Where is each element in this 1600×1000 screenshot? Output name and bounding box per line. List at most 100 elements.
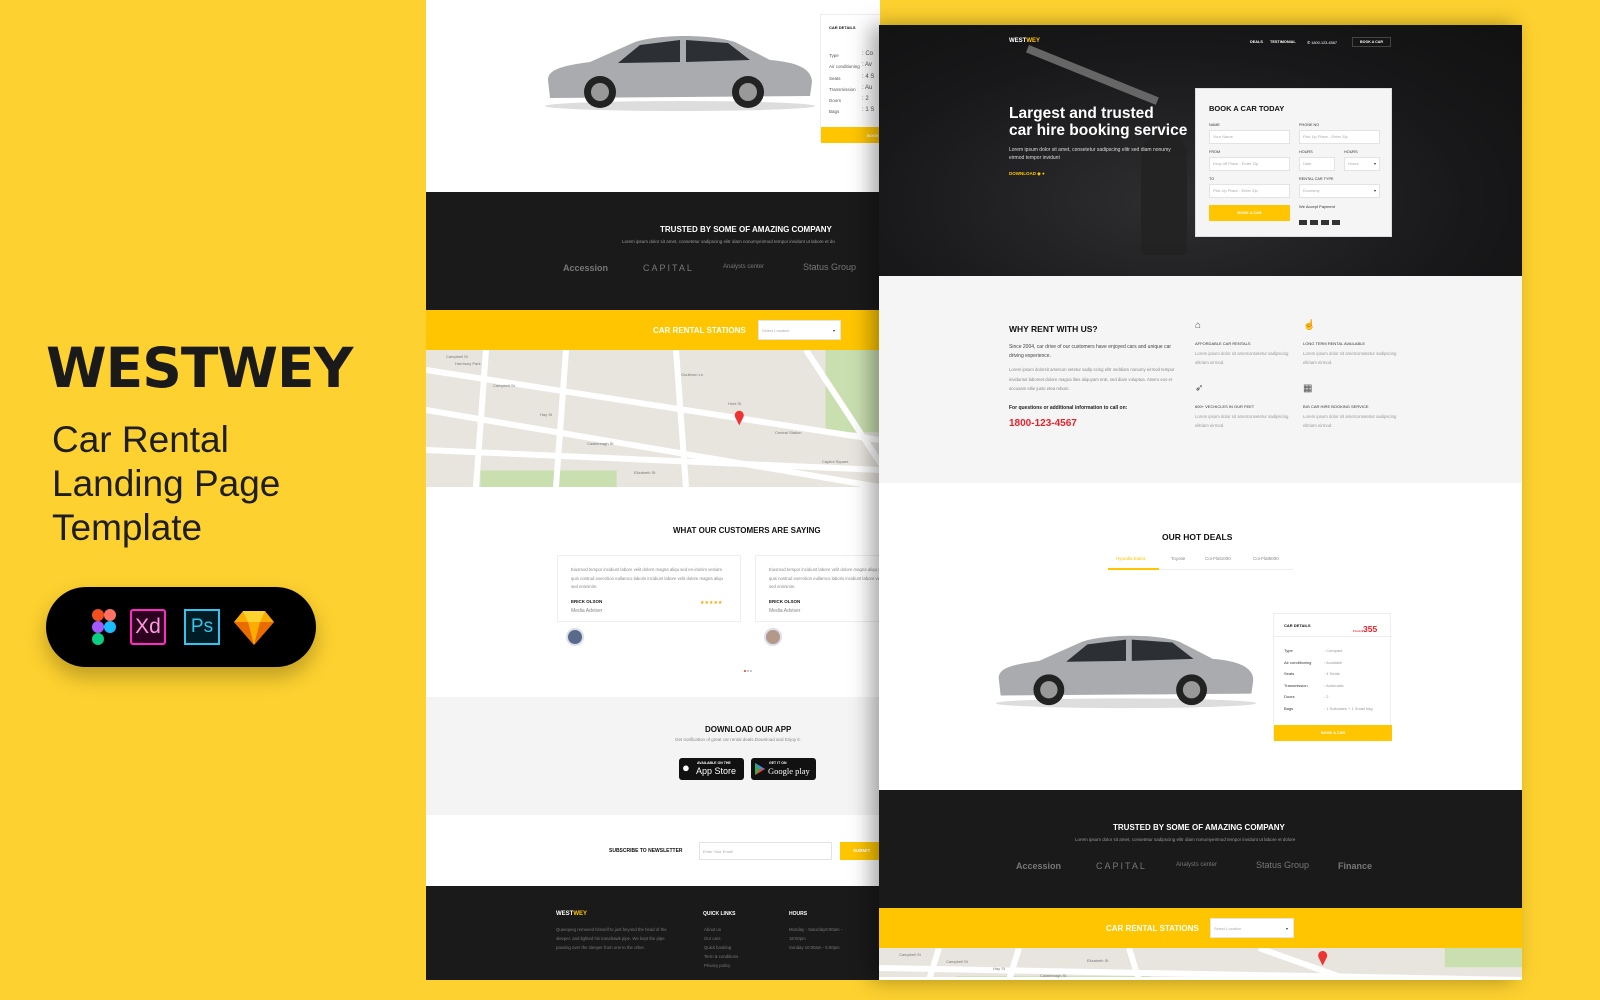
footer-link[interactable]: Our cars xyxy=(704,934,738,943)
badge-big: App Store xyxy=(696,766,737,776)
nav-link-testimonial[interactable]: TESTIMONIAL xyxy=(1270,40,1296,44)
download-app-section: DOWNLOAD OUR APP Get notification of gre… xyxy=(426,697,880,815)
feature-text: Lorem ipsum dolor sit ametconsetetur sad… xyxy=(1195,351,1289,365)
logo-part: WEY xyxy=(1026,38,1041,44)
map-label: Hay St xyxy=(993,966,1006,971)
row-label: Transmission xyxy=(829,86,856,92)
why-intro: Since 2004, car drive of our customers h… xyxy=(1009,344,1172,359)
deal-row-value: : 2 xyxy=(1324,694,1329,699)
testimonial-text: Eiusmod tempor incidiunt labore velit do… xyxy=(769,567,880,590)
tagline-line: Landing Page xyxy=(52,463,281,504)
nav-link-deals[interactable]: DEALS xyxy=(1250,40,1263,44)
footer-link[interactable]: About us xyxy=(704,925,738,934)
row-value: : Au xyxy=(862,84,873,91)
row-value: : 4 S xyxy=(862,73,875,80)
phone-label: PHONE NO xyxy=(1299,123,1320,127)
partner-logo: Finance xyxy=(1338,861,1373,871)
feature-title: AFFORDABLE CAR RENTALS xyxy=(1195,341,1251,346)
map-label: Harmony Park xyxy=(455,361,481,366)
tagline-line: Car Rental xyxy=(52,419,229,460)
book-button[interactable]: BOOK xyxy=(821,127,880,143)
newsletter-email-input[interactable]: Enter Your Email xyxy=(699,842,832,860)
why-title: WHY RENT WITH US? xyxy=(1009,324,1098,334)
rating-stars: ★★★★★ xyxy=(700,600,723,606)
app-store-button[interactable]: ● AVAILABLE ON THE App Store xyxy=(679,758,744,780)
nav-book-button[interactable]: BOOK A CAR xyxy=(1352,37,1391,47)
brand-logo: WESTWEY xyxy=(46,336,353,400)
testimonial-card: Eiusmod tempor incidiunt labore velit do… xyxy=(755,555,880,622)
deal-row-value: : Compact xyxy=(1324,648,1343,653)
testimonials-title: WHAT OUR CUSTOMERS ARE SAYING xyxy=(673,526,821,535)
play-icon xyxy=(755,763,765,775)
location-select[interactable]: Select Location ▾ xyxy=(1210,918,1294,938)
date-input[interactable]: Date xyxy=(1299,157,1335,171)
google-play-button[interactable]: GET IT ON Google play xyxy=(751,758,816,780)
hours-text: Monday - Saturday9:00am - 18:00pm Sunday … xyxy=(789,925,855,952)
trusted-title: TRUSTED BY SOME OF AMAZING COMPANY xyxy=(660,225,832,234)
map-label: Campbell St xyxy=(446,354,469,359)
deal-row-label: Seats xyxy=(1284,671,1295,676)
tagline-line: Template xyxy=(52,507,203,548)
car-image xyxy=(545,36,815,111)
logo-part: WEST xyxy=(1009,38,1027,44)
phone-input[interactable]: Pick Up Place - Enter Zip xyxy=(1299,130,1380,144)
row-value: : 1 S xyxy=(862,107,875,114)
deals-title: OUR HOT DEALS xyxy=(1162,532,1233,542)
partner-logo: Accession xyxy=(563,263,609,273)
car-details-values: : Co: Av: 4 S: Au: 2: 1 S xyxy=(862,49,874,117)
tab-toyotie[interactable]: Toyotie xyxy=(1171,556,1185,561)
deal-row-value: : Automatic xyxy=(1324,682,1344,688)
footer-link[interactable]: Privacy policy xyxy=(704,961,738,970)
to-input[interactable]: Pick Up Place - Enter Zip xyxy=(1209,184,1290,198)
trusted-section: TRUSTED BY SOME OF AMAZING COMPANY Lorem… xyxy=(426,192,880,310)
headline-line: car hire booking service xyxy=(1009,122,1188,139)
name-input[interactable]: Your Name xyxy=(1209,130,1290,144)
footer-link[interactable]: Term & conditions xyxy=(704,952,738,961)
download-link[interactable]: DOWNLOAD ◆ ● xyxy=(1009,171,1045,177)
map-label: Goulburn Ln xyxy=(681,372,703,377)
trusted-title: TRUSTED BY SOME OF AMAZING COMPANY xyxy=(1113,823,1285,832)
car-details-title: CAR DETAILS xyxy=(829,25,856,30)
deal-card-title: CAR DETAILS xyxy=(1284,623,1311,628)
why-rent-section: WHY RENT WITH US? Since 2004, car drive … xyxy=(879,276,1522,483)
stations-bar: CAR RENTAL STATIONS Select Location ▾ xyxy=(879,908,1522,948)
nav-phone[interactable]: ✆ 1800-123-4567 xyxy=(1307,40,1337,45)
feature-title: BIG CAR HIRE BOOKING SERVICE xyxy=(1303,404,1369,409)
badge-big: Google play xyxy=(768,766,810,776)
deal-row-label: Bags xyxy=(1284,705,1294,711)
row-value: : Co xyxy=(862,51,874,57)
payment-label: We Accept Payment xyxy=(1299,204,1335,209)
location-select[interactable]: Select Location ▾ xyxy=(758,320,841,340)
car-details-rows: Type Air conditioning Seats Transmission Doo… xyxy=(829,50,860,118)
partner-logo: Analysts center xyxy=(1176,862,1218,868)
row-label: Bags xyxy=(829,109,840,115)
why-phone[interactable]: 1800-123-4567 xyxy=(1009,418,1077,429)
submit-button[interactable]: SUBMIT xyxy=(840,842,880,860)
map-park xyxy=(480,470,617,487)
nav-logo[interactable]: WESTWEY xyxy=(1009,38,1040,44)
newsletter-label: SUBSCRIBE TO NEWSLETTER xyxy=(609,848,683,854)
tab-coi-flat1000[interactable]: Coi-Flat1000 xyxy=(1205,556,1231,561)
to-label: TO xyxy=(1209,177,1215,181)
select-placeholder: Select Location xyxy=(1214,926,1242,931)
hours-label: HOURS xyxy=(1344,150,1358,154)
booking-title: BOOK A CAR TODAY xyxy=(1209,104,1285,113)
deal-book-button[interactable]: BOOK A CAR xyxy=(1274,725,1392,741)
tab-hyundai-elatra[interactable]: Hyundai Elatra xyxy=(1116,556,1146,561)
map[interactable]: Campbell St Campbell St Hay St Castlereagh … xyxy=(879,948,1522,980)
partner-logo: Status Group xyxy=(1256,860,1310,870)
map-label: Hunt St xyxy=(728,401,742,406)
tag-icon: ⌂ xyxy=(1195,320,1202,331)
footer-link[interactable]: Quick booking xyxy=(704,943,738,952)
car-type-select[interactable]: Economy ▾ xyxy=(1299,184,1380,198)
from-input[interactable]: Drop off Place - Enter Zip xyxy=(1209,157,1290,171)
map[interactable]: Campbell St Campbell St Hay St Castlereagh … xyxy=(426,350,880,487)
hero-section: WESTWEY DEALS TESTIMONIAL ✆ 1800-123-456… xyxy=(879,25,1522,276)
caret-down-icon: ▾ xyxy=(1373,161,1376,166)
hours-select[interactable]: Hours ▾ xyxy=(1344,157,1380,171)
carousel-dots[interactable] xyxy=(744,659,754,672)
map-label: Central Station xyxy=(775,430,801,435)
tagline: Car Rental Landing Page Template xyxy=(52,418,382,550)
tab-coi-flat5000[interactable]: Coi-Flat5000 xyxy=(1253,556,1279,561)
book-car-submit[interactable]: BOOK A CAR xyxy=(1209,205,1290,221)
